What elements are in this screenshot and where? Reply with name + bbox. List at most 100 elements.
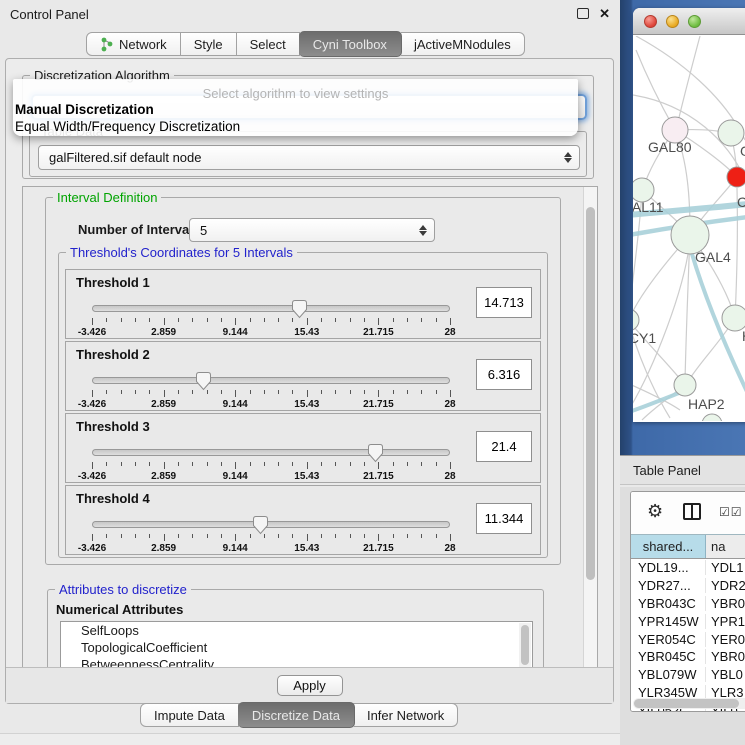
network-node[interactable] bbox=[702, 414, 722, 421]
tick-label: 15.43 bbox=[294, 543, 319, 554]
tick-label: -3.426 bbox=[78, 399, 106, 410]
tick-label: 9.144 bbox=[223, 471, 248, 482]
threshold-label: Threshold 1 bbox=[76, 275, 150, 290]
bottom-tab-strip: Impute Data Discretize Data Infer Network bbox=[140, 703, 458, 727]
node-label: GAL80 bbox=[648, 139, 692, 155]
split-view-icon[interactable] bbox=[683, 503, 701, 520]
tab-impute-data[interactable]: Impute Data bbox=[140, 703, 239, 727]
tab-label: Cyni Toolbox bbox=[313, 37, 387, 52]
table-row[interactable]: YBR045CYBR0 bbox=[631, 648, 745, 666]
panel-vertical-scrollbar[interactable] bbox=[583, 187, 597, 667]
tab-style[interactable]: Style bbox=[181, 32, 237, 56]
slider-ticks bbox=[92, 318, 450, 326]
cell-name: YDL1 bbox=[706, 560, 745, 575]
threshold-slider[interactable]: -3.4262.8599.14415.4321.71528 bbox=[92, 303, 450, 333]
scrollbar-thumb[interactable] bbox=[586, 207, 595, 580]
slider-thumb[interactable] bbox=[291, 299, 308, 319]
network-canvas[interactable]: GAL80GACGAL11GAL4GCY1HHAP2 bbox=[633, 36, 745, 421]
algorithm-option-manual[interactable]: Manual Discretization bbox=[15, 102, 154, 117]
table-row[interactable]: YER054CYER0 bbox=[631, 630, 745, 648]
table-panel-title: Table Panel bbox=[633, 463, 701, 478]
network-graph: GAL80GACGAL11GAL4GCY1HHAP2 bbox=[633, 36, 745, 421]
tick-label: 28 bbox=[444, 327, 455, 338]
network-node[interactable] bbox=[727, 167, 745, 187]
network-node[interactable] bbox=[674, 374, 696, 396]
tick-label: 28 bbox=[444, 543, 455, 554]
slider-track[interactable] bbox=[92, 305, 450, 312]
network-icon bbox=[100, 37, 114, 52]
algorithm-placeholder: Select algorithm to view settings bbox=[13, 86, 578, 101]
algorithm-option-equal-width[interactable]: Equal Width/Frequency Discretization bbox=[15, 119, 240, 134]
slider-track[interactable] bbox=[92, 521, 450, 528]
node-label: GAL11 bbox=[633, 199, 664, 215]
close-icon[interactable]: ✕ bbox=[599, 6, 610, 22]
attributes-group: Attributes to discretize Numerical Attri… bbox=[47, 589, 544, 668]
zoom-traffic-light-icon[interactable] bbox=[688, 15, 701, 28]
table-row[interactable]: YDR27...YDR2 bbox=[631, 577, 745, 595]
table-data-combobox[interactable]: galFiltered.sif default node bbox=[38, 145, 580, 170]
table-row[interactable]: YDL19...YDL1 bbox=[631, 559, 745, 577]
threshold-value-field[interactable]: 21.4 bbox=[476, 431, 532, 462]
table-horizontal-scrollbar[interactable] bbox=[633, 698, 745, 709]
tab-label: jActiveMNodules bbox=[414, 37, 511, 52]
attribute-item[interactable]: TopologicalCoefficient bbox=[61, 639, 532, 656]
tab-select[interactable]: Select bbox=[237, 32, 300, 56]
tick-label: -3.426 bbox=[78, 327, 106, 338]
checkbox-columns-icon[interactable]: ☑☑ bbox=[719, 505, 743, 519]
slider-track[interactable] bbox=[92, 377, 450, 384]
tab-network[interactable]: Network bbox=[86, 32, 181, 56]
scrollbar-thumb[interactable] bbox=[521, 625, 529, 665]
tab-jactivemnodules[interactable]: jActiveMNodules bbox=[401, 32, 525, 56]
number-of-intervals-combobox[interactable]: 5 bbox=[189, 218, 435, 242]
threshold-panel-3: Threshold 3 -3.4262.8599.14415.4321.71528… bbox=[65, 413, 541, 483]
table-row[interactable]: YBL079WYBL0 bbox=[631, 666, 745, 684]
node-label: C bbox=[737, 194, 745, 210]
cell-name: YDR2 bbox=[706, 578, 745, 593]
slider-thumb[interactable] bbox=[367, 443, 384, 463]
mac-window-titlebar[interactable] bbox=[633, 8, 745, 35]
numerical-attributes-list[interactable]: SelfLoopsTopologicalCoefficientBetweenne… bbox=[60, 621, 533, 668]
slider-thumb[interactable] bbox=[252, 515, 269, 535]
tab-cyni-toolbox[interactable]: Cyni Toolbox bbox=[299, 31, 402, 57]
threshold-value-field[interactable]: 6.316 bbox=[476, 359, 532, 390]
threshold-slider[interactable]: -3.4262.8599.14415.4321.71528 bbox=[92, 375, 450, 405]
minimize-traffic-light-icon[interactable] bbox=[666, 15, 679, 28]
slider-ticks bbox=[92, 462, 450, 470]
network-node[interactable] bbox=[633, 309, 639, 331]
apply-button[interactable]: Apply bbox=[277, 675, 343, 696]
scrollbar-thumb[interactable] bbox=[634, 699, 739, 708]
interval-definition-title: Interval Definition bbox=[53, 190, 161, 205]
tick-label: 2.859 bbox=[151, 399, 176, 410]
cell-name: YBL0 bbox=[706, 667, 745, 682]
column-header-name[interactable]: na bbox=[706, 535, 745, 558]
node-label: GCY1 bbox=[633, 330, 656, 346]
tab-infer-network[interactable]: Infer Network bbox=[354, 703, 458, 727]
cell-shared-name: YBR043C bbox=[631, 596, 706, 611]
threshold-slider[interactable]: -3.4262.8599.14415.4321.71528 bbox=[92, 447, 450, 477]
gear-icon[interactable]: ⚙ bbox=[647, 501, 663, 522]
attributes-list-scrollbar[interactable] bbox=[519, 623, 531, 668]
table-header-row: shared... na bbox=[631, 534, 745, 559]
slider-track[interactable] bbox=[92, 449, 450, 456]
attribute-item[interactable]: SelfLoops bbox=[61, 622, 532, 639]
threshold-value-field[interactable]: 14.713 bbox=[476, 287, 532, 318]
float-window-icon[interactable] bbox=[577, 8, 589, 19]
cell-shared-name: YER054C bbox=[631, 632, 706, 647]
tick-label: 2.859 bbox=[151, 327, 176, 338]
table-row[interactable]: YPR145WYPR1 bbox=[631, 612, 745, 630]
column-header-shared[interactable]: shared... bbox=[631, 535, 706, 558]
numerical-attributes-label: Numerical Attributes bbox=[56, 602, 183, 617]
threshold-panel-2: Threshold 2-3.4262.8599.14415.4321.71528… bbox=[65, 341, 541, 411]
tick-label: 2.859 bbox=[151, 543, 176, 554]
threshold-value-field[interactable]: 11.344 bbox=[476, 503, 532, 534]
threshold-label: Threshold 3 bbox=[76, 419, 150, 434]
slider-thumb[interactable] bbox=[195, 371, 212, 391]
network-view-window: GAL80GACGAL11GAL4GCY1HHAP2 bbox=[633, 8, 745, 422]
table-row[interactable]: YBR043CYBR0 bbox=[631, 595, 745, 613]
tab-label: Discretize Data bbox=[252, 708, 340, 723]
combo-stepper-icon bbox=[561, 152, 575, 163]
threshold-slider[interactable]: -3.4262.8599.14415.4321.71528 bbox=[92, 519, 450, 549]
tab-discretize-data[interactable]: Discretize Data bbox=[238, 702, 355, 728]
close-traffic-light-icon[interactable] bbox=[644, 15, 657, 28]
tick-label: 9.144 bbox=[223, 543, 248, 554]
